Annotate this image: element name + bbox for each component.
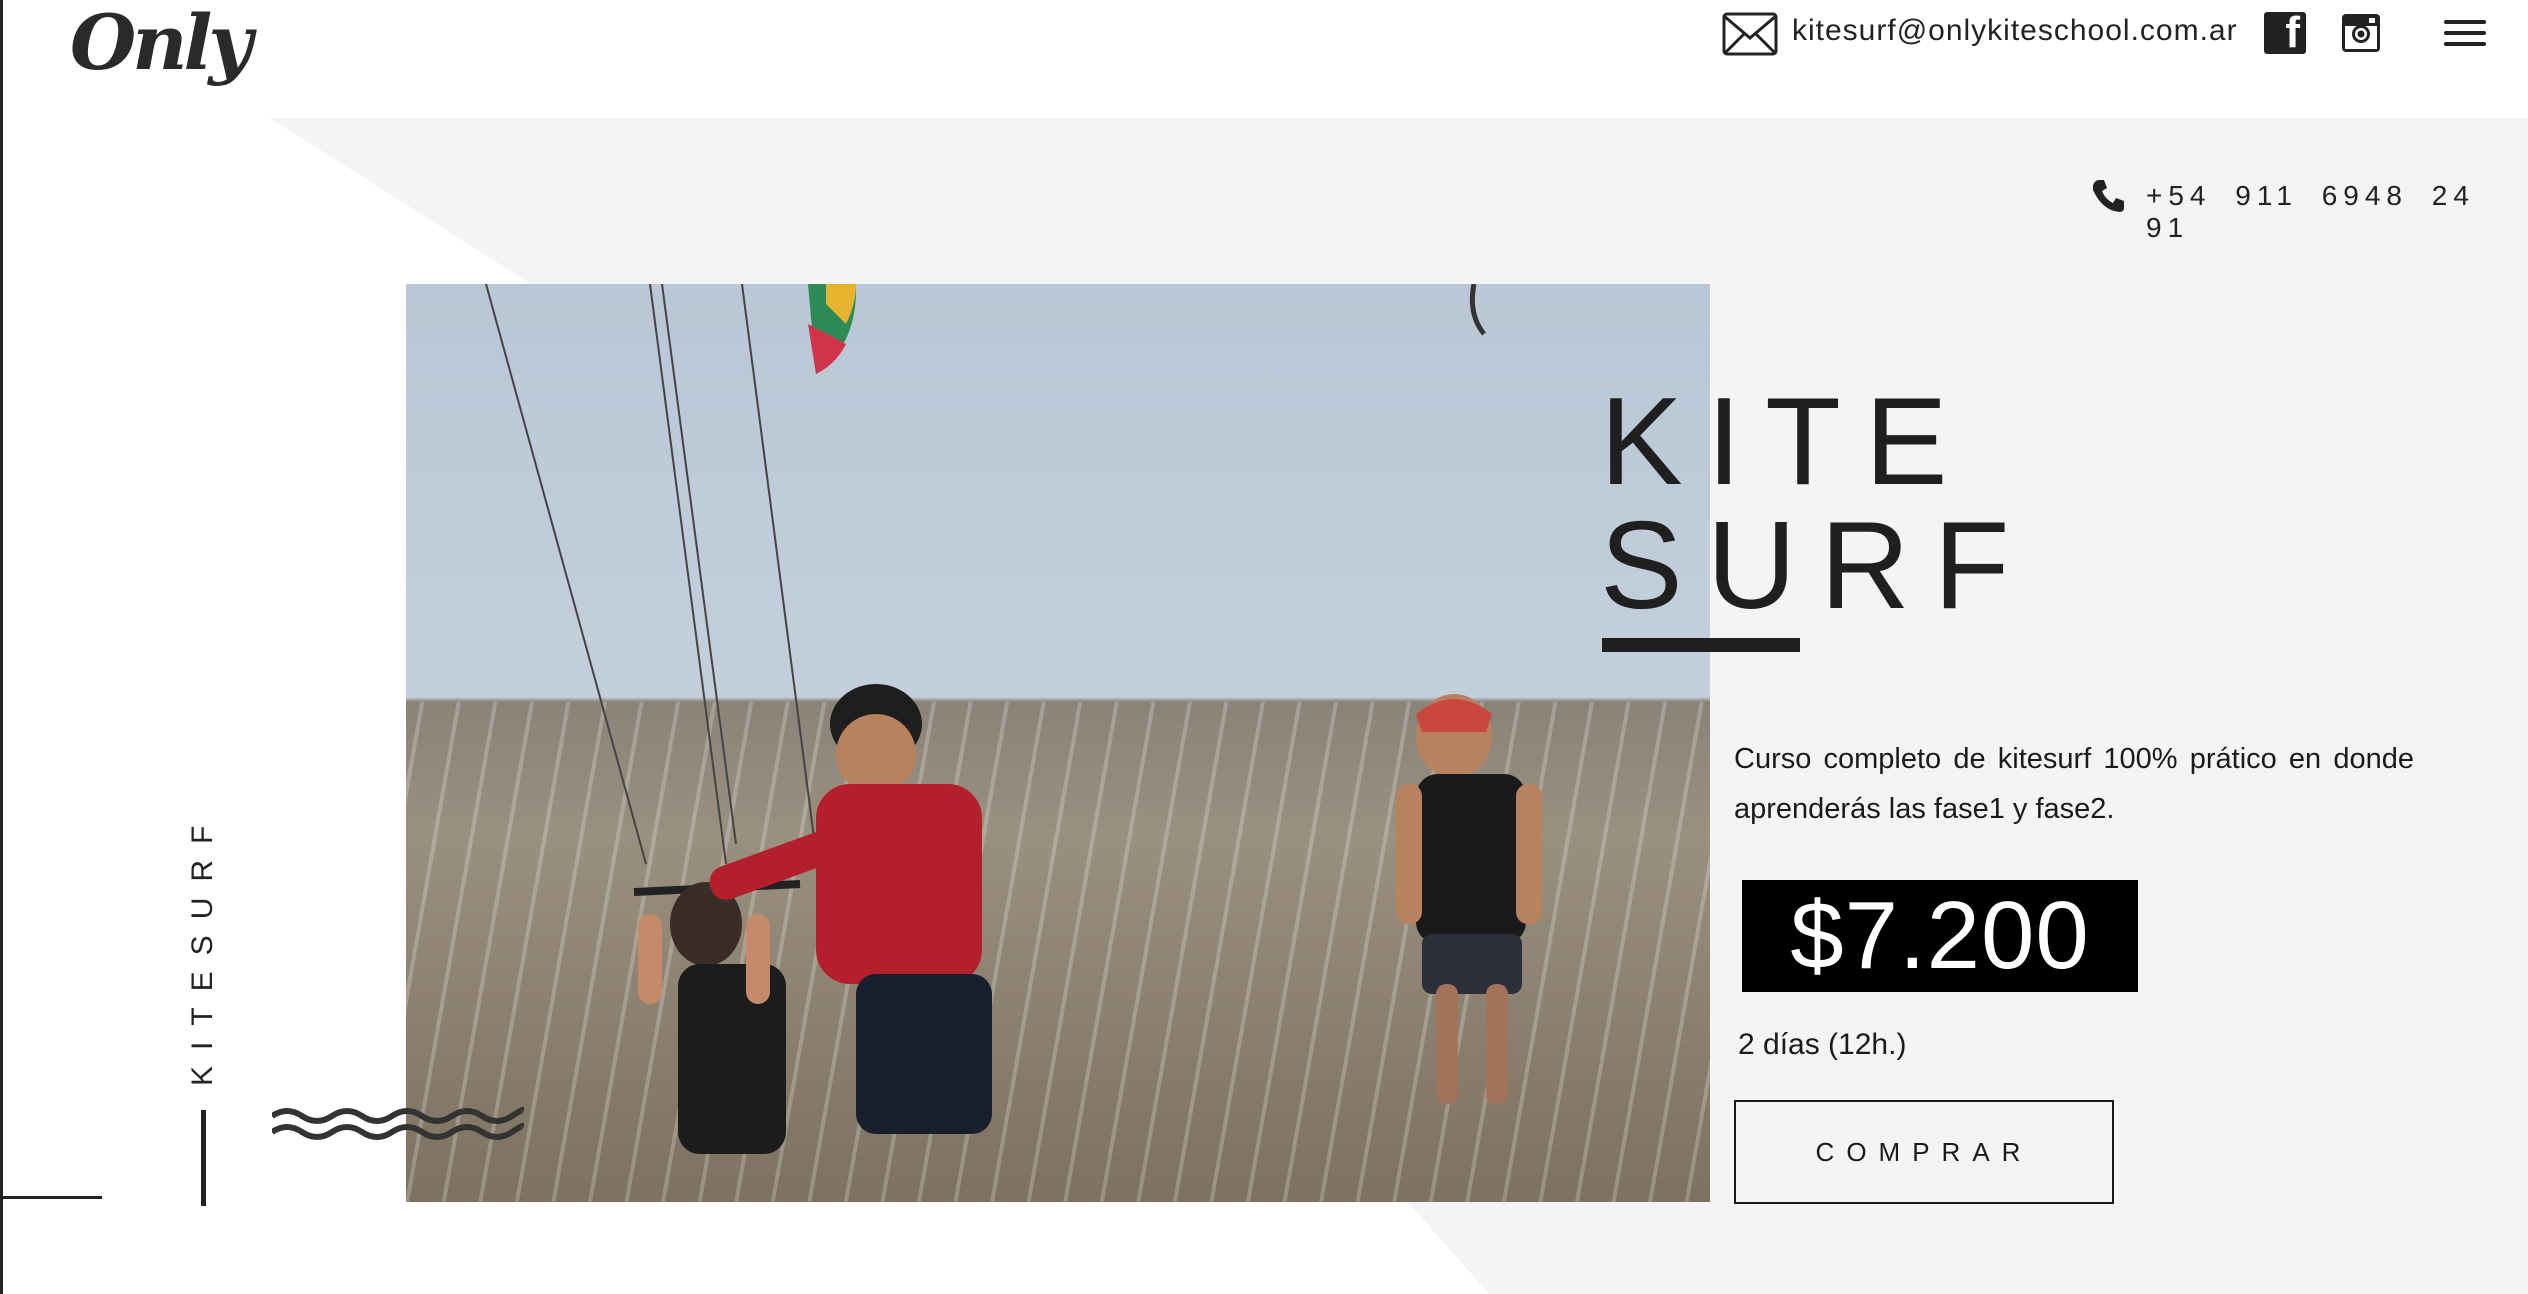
course-description: Curso completo de kitesurf 100% prático … (1734, 743, 2414, 825)
price-value: $7.200 (1790, 882, 2090, 989)
phone-icon (2092, 180, 2124, 212)
page-left-border (0, 0, 3, 1294)
menu-bar (2444, 42, 2486, 46)
title-underline (1602, 638, 1800, 652)
course-duration: 2 días (12h.) (1738, 1028, 1907, 1061)
horizontal-divider (0, 1196, 102, 1199)
hamburger-menu-icon[interactable] (2444, 20, 2486, 50)
vertical-section-label: KITESURF (186, 809, 219, 1087)
vertical-divider (201, 1110, 206, 1206)
mail-icon[interactable] (1722, 12, 1778, 56)
page-title: KITE SURF (1600, 380, 2034, 628)
instagram-icon[interactable] (2340, 12, 2382, 54)
photo-illustration (485, 284, 1542, 1154)
wave-decoration-icon (272, 1106, 524, 1140)
title-line-kite: KITE (1600, 373, 1972, 511)
price-badge: $7.200 (1742, 880, 2138, 992)
kitesurf-lesson-photo (406, 284, 1710, 1202)
facebook-icon[interactable]: f (2264, 8, 2306, 57)
menu-bar (2444, 31, 2486, 35)
contact-email-link[interactable]: kitesurf@onlykiteschool.com.ar (1792, 14, 2238, 48)
site-logo[interactable]: Only (70, 0, 252, 87)
buy-button[interactable]: COMPRAR (1734, 1100, 2114, 1204)
menu-bar (2444, 20, 2486, 24)
title-line-surf: SURF (1600, 497, 2034, 635)
contact-phone[interactable]: +54 911 6948 24 91 (2146, 180, 2528, 244)
